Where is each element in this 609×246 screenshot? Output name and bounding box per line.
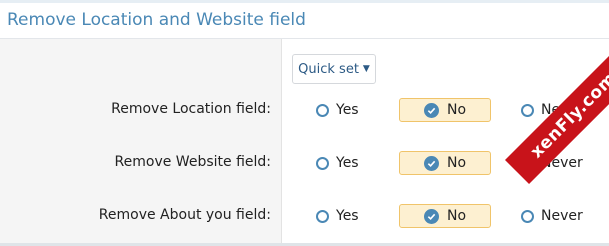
option-never-location[interactable]: Never bbox=[521, 102, 583, 118]
option-label: Yes bbox=[336, 102, 359, 118]
option-label: No bbox=[447, 208, 467, 224]
option-yes-location[interactable]: Yes bbox=[316, 102, 359, 118]
caret-down-icon: ▼ bbox=[362, 64, 370, 74]
option-label: Never bbox=[541, 155, 583, 171]
radio-icon bbox=[316, 209, 329, 223]
row-label-about: Remove About you field: bbox=[98, 207, 271, 223]
radio-icon bbox=[521, 156, 534, 170]
quick-set-label: Quick set bbox=[298, 61, 359, 77]
option-yes-about[interactable]: Yes bbox=[316, 208, 359, 224]
row-label-website: Remove Website field: bbox=[114, 154, 271, 170]
check-icon bbox=[424, 102, 439, 118]
option-no-website[interactable]: No bbox=[399, 151, 491, 175]
radio-icon bbox=[521, 209, 534, 223]
check-icon bbox=[424, 208, 439, 224]
option-label: Yes bbox=[336, 155, 359, 171]
option-label: Yes bbox=[336, 208, 359, 224]
radio-icon bbox=[316, 156, 329, 170]
option-no-location[interactable]: No bbox=[399, 98, 491, 122]
section-header: Remove Location and Website field bbox=[0, 3, 609, 39]
section-title: Remove Location and Website field bbox=[7, 10, 306, 30]
option-label: Never bbox=[541, 102, 583, 118]
option-label: Never bbox=[541, 208, 583, 224]
option-yes-website[interactable]: Yes bbox=[316, 155, 359, 171]
quick-set-button[interactable]: Quick set ▼ bbox=[292, 54, 376, 84]
radio-icon bbox=[316, 103, 329, 117]
option-label: No bbox=[447, 102, 467, 118]
row-label-location: Remove Location field: bbox=[111, 101, 271, 117]
option-no-about[interactable]: No bbox=[399, 204, 491, 228]
option-never-about[interactable]: Never bbox=[521, 208, 583, 224]
radio-icon bbox=[521, 103, 534, 117]
option-label: No bbox=[447, 155, 467, 171]
check-icon bbox=[424, 155, 439, 171]
option-never-website[interactable]: Never bbox=[521, 155, 583, 171]
